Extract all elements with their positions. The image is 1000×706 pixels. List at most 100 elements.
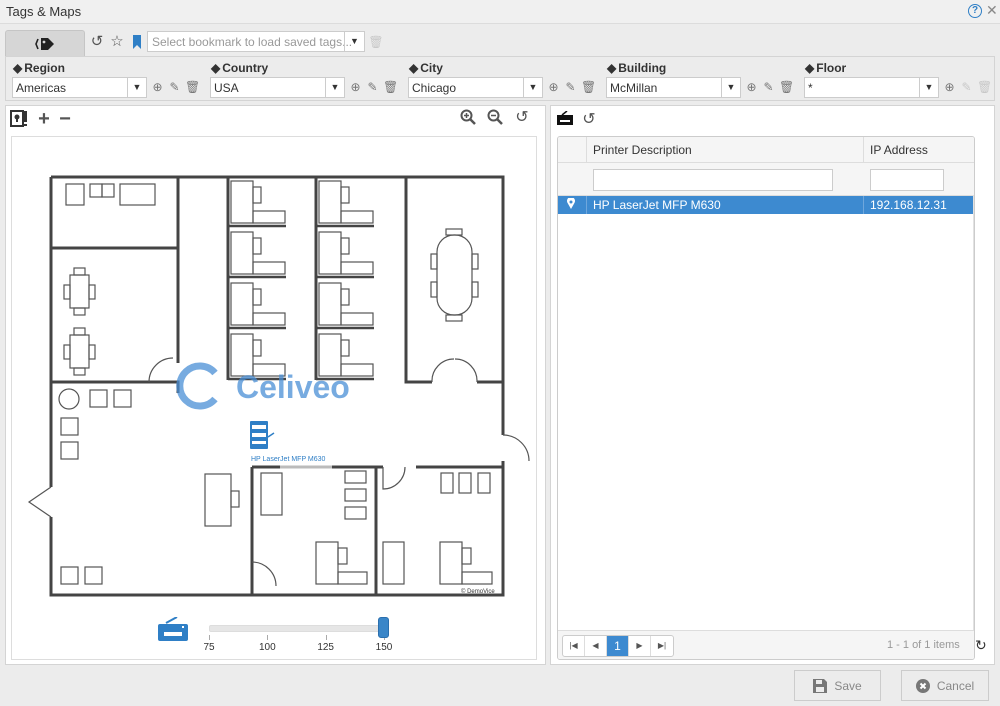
pager-info: 1 - 1 of 1 items [887,639,960,651]
building-select[interactable]: McMillan ▼ [606,77,741,98]
cancel-button[interactable]: Cancel [901,670,989,701]
map-marker-toggle-icon[interactable] [10,110,28,128]
printer-grid-panel: ↺ Printer Description IP Address HP Lase… [550,105,995,665]
trash-icon[interactable]: 🗑 [383,81,398,94]
edit-icon[interactable]: ✎ [564,81,577,94]
trash-icon[interactable]: 🗑 [581,81,596,94]
slider-track[interactable] [209,625,384,632]
edit-icon[interactable]: ✎ [168,81,181,94]
table-row[interactable]: HP LaserJet MFP M630 192.168.12.31 [558,196,974,214]
grid-filter-row [558,163,974,196]
slider-handle[interactable] [378,617,389,638]
tag-icon: ◆ [409,61,419,75]
printer-marker-label: HP LaserJet MFP M630 [251,456,326,463]
save-icon [813,678,828,693]
edit-icon[interactable]: ✎ [762,81,775,94]
pager-refresh-icon[interactable]: ↻ [975,637,987,654]
add-icon[interactable]: ⊕ [745,81,758,94]
grid-header: Printer Description IP Address [558,137,974,163]
zoom-in-icon[interactable] [459,109,477,127]
prev-page-button[interactable]: ◀ [585,636,607,656]
trash-icon: 🗑 [977,80,993,94]
tag-icon: ◆ [13,61,23,75]
trash-icon[interactable]: 🗑 [779,81,794,94]
chevron-up-icon[interactable]: ︿ [974,198,975,214]
vertical-scrollbar[interactable]: ︿ ﹀ [973,196,975,630]
trash-icon[interactable]: 🗑 [185,81,200,94]
filter-city: ◆ City Chicago ▼ ⊕ ✎ 🗑 [408,60,603,100]
tag-icon: ◆ [805,61,815,75]
tags-tab[interactable] [5,30,85,56]
add-icon[interactable]: ⊕ [547,81,560,94]
column-header-ip-address[interactable]: IP Address [863,137,974,163]
chevron-down-icon[interactable]: ▼ [325,78,344,97]
help-icon[interactable]: ? [968,4,982,18]
slider-tick [325,635,327,640]
close-icon[interactable]: ✕ [986,3,998,17]
star-icon[interactable]: ☆ [109,34,125,50]
floor-plan: Celiveo HP LaserJet MFP M630 © DemoVice [27,175,530,597]
country-select[interactable]: USA ▼ [210,77,345,98]
icon-size-slider: 75 100 125 150 [157,612,407,657]
column-header-printer-description[interactable]: Printer Description [586,137,864,163]
grid-pager: |◀ ◀ 1 ▶ ▶| 1 - 1 of 1 items [558,630,974,659]
tags-icon [35,37,54,50]
copyright-text: © DemoVice [461,588,495,595]
bookmark-select[interactable]: Select bookmark to load saved tags... ▼ [147,31,365,52]
bookmark-icon[interactable] [129,34,145,50]
edit-icon[interactable]: ✎ [366,81,379,94]
floor-plan-map[interactable]: Celiveo HP LaserJet MFP M630 © DemoVice [11,136,537,660]
reset-view-icon[interactable]: ↺ [513,109,531,127]
bookmark-toolbar: ↺ ☆ Select bookmark to load saved tags..… [0,28,1000,56]
next-page-button[interactable]: ▶ [629,636,651,656]
description-filter-input[interactable] [593,169,833,191]
printer-description-cell: HP LaserJet MFP M630 [586,196,863,214]
cancel-icon [915,678,930,693]
window-titlebar: Tags & Maps ? ✕ [0,0,1000,24]
add-icon[interactable]: ⊕ [151,81,164,94]
map-marker-icon[interactable] [558,196,586,214]
minus-icon[interactable]: − [56,109,74,129]
last-page-button[interactable]: ▶| [651,636,673,656]
tag-icon: ◆ [211,61,221,75]
delete-bookmark-icon[interactable]: 🗑 [368,34,384,50]
ip-address-cell: 192.168.12.31 [863,196,974,214]
zoom-out-icon[interactable] [486,109,504,127]
printer-grid: Printer Description IP Address HP LaserJ… [557,136,975,660]
page-button[interactable]: 1 [607,636,629,656]
printer-icon [158,617,188,641]
filter-label: ◆ Floor [805,61,847,75]
tag-filter-bar: ◆ Region Americas ▼ ⊕ ✎ 🗑 ◆ Country USA ▼ ⊕ ✎ 🗑 … [5,56,995,101]
filter-label: ◆ Region [13,61,65,75]
slider-tick-label: 75 [203,642,215,653]
filter-label: ◆ City [409,61,443,75]
undo-icon[interactable]: ↺ [89,34,105,50]
chevron-down-icon[interactable]: ▼ [127,78,146,97]
chevron-down-icon[interactable]: ▼ [721,78,740,97]
tag-icon: ◆ [607,61,617,75]
add-icon[interactable]: ⊕ [349,81,362,94]
add-icon[interactable]: ⊕ [943,81,956,94]
edit-icon: ✎ [961,80,972,94]
slider-tick-label: 100 [258,642,276,653]
plus-icon[interactable]: + [35,109,53,129]
city-select[interactable]: Chicago ▼ [408,77,543,98]
ip-filter-input[interactable] [870,169,944,191]
svg-text:Celiveo: Celiveo [236,369,350,405]
chevron-down-icon[interactable]: ﹀ [974,612,975,628]
chevron-down-icon[interactable]: ▼ [523,78,542,97]
window-title: Tags & Maps [6,4,82,19]
region-select[interactable]: Americas ▼ [12,77,147,98]
save-button[interactable]: Save [794,670,881,701]
printer-icon[interactable] [556,110,574,129]
filter-building: ◆ Building McMillan ▼ ⊕ ✎ 🗑 [606,60,801,100]
printer-marker[interactable]: HP LaserJet MFP M630 [250,421,326,463]
chevron-down-icon[interactable]: ▼ [919,78,938,97]
chevron-down-icon[interactable]: ▼ [344,32,364,51]
celiveo-watermark: Celiveo [176,362,350,410]
first-page-button[interactable]: |◀ [563,636,585,656]
floor-select[interactable]: * ▼ [804,77,939,98]
map-panel: + − ↺ Celiveo HP LaserJet MFP M630 © Dem… [5,105,546,665]
filter-country: ◆ Country USA ▼ ⊕ ✎ 🗑 [210,60,405,100]
refresh-icon[interactable]: ↺ [580,111,598,129]
